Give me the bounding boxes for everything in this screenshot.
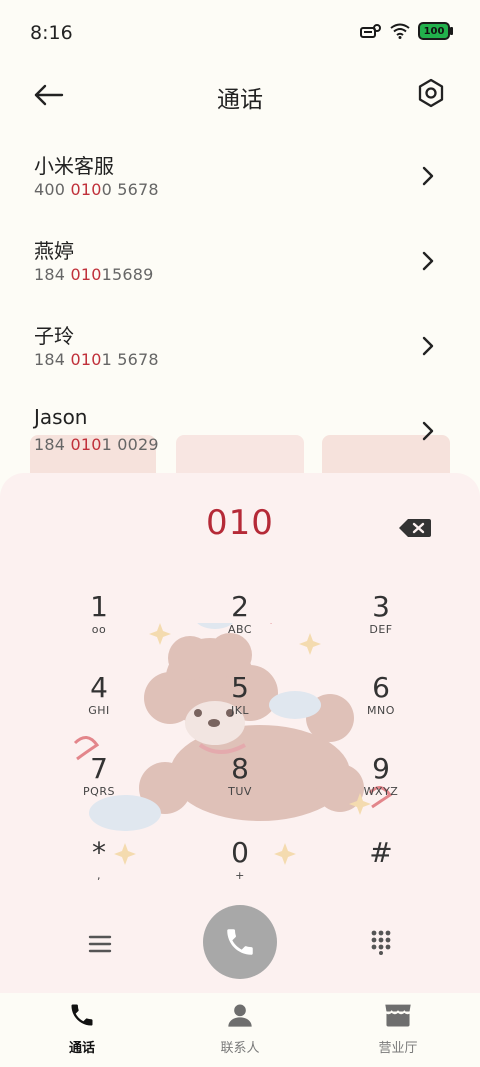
nav-tab-calls[interactable]: 通话 [22,1001,142,1056]
match-highlight: 010 [70,265,102,284]
contact-number: 184 0101 5678 [34,350,159,369]
phone-icon [71,1004,93,1026]
chevron-right-icon[interactable] [422,336,434,356]
battery-icon: 100 [418,22,453,40]
key-digit: * [92,836,106,869]
menu-icon[interactable] [88,933,112,955]
key-2[interactable]: 2 ABC [190,591,290,657]
backspace-icon[interactable] [398,517,432,539]
status-time: 8:16 [30,22,73,44]
number-segment: 184 [34,350,71,369]
match-highlight: 010 [70,435,102,454]
nav-tab-contacts[interactable]: 联系人 [180,1001,300,1056]
keypad-icon[interactable] [370,929,392,955]
chevron-right-icon[interactable] [422,166,434,186]
key-digit: 5 [231,671,249,704]
voicemail-icon: ᴏᴏ [91,623,107,636]
match-highlight: 010 [70,180,102,199]
nav-label: 通话 [68,1041,95,1056]
bluetooth-headset-icon [360,24,381,38]
contact-name: 子玲 [34,324,74,348]
contact-result[interactable]: 燕婷 184 01015689 [0,221,480,306]
nav-label: 联系人 [220,1041,260,1056]
settings-gear-icon[interactable] [416,78,446,108]
number-segment: 400 [34,180,71,199]
key-hash[interactable]: # [331,837,431,903]
search-results-list: 小米客服 400 0100 5678 燕婷 184 01015689 子玲 18… [0,136,480,476]
number-segment: 1 0029 [101,435,159,454]
battery-level: 100 [423,25,445,37]
number-segment: 184 [34,265,71,284]
store-icon [384,1004,412,1027]
dialer-actions [0,903,480,983]
chevron-right-icon[interactable] [422,251,434,271]
nav-tab-store[interactable]: 营业厅 [338,1001,458,1056]
key-letters: , [97,869,101,882]
key-letters: MNO [367,704,395,717]
key-digit: 0 [231,836,249,869]
number-segment: 15689 [101,265,154,284]
number-segment: 1 5678 [101,350,159,369]
number-segment: 184 [34,435,71,454]
person-icon [228,1004,252,1027]
contact-name: 燕婷 [34,239,74,263]
key-letters: + [235,869,245,882]
key-9[interactable]: 9 WXYZ [331,753,431,819]
key-digit: 4 [90,671,108,704]
number-segment: 0 5678 [101,180,159,199]
key-digit: # [369,836,393,869]
contact-number: 400 0100 5678 [34,180,159,199]
contact-result[interactable]: 子玲 184 0101 5678 [0,306,480,391]
key-digit: 7 [90,752,108,785]
key-digit: 8 [231,752,249,785]
key-1[interactable]: 1 ᴏᴏ [49,591,149,657]
contact-name: Jason [34,405,88,429]
key-letters: WXYZ [363,785,399,798]
key-letters: DEF [369,623,393,636]
contact-result[interactable]: Jason 184 0101 0029 [0,391,480,476]
page-title: 通话 [217,87,263,113]
key-letters: ABC [227,623,253,636]
contact-result[interactable]: 小米客服 400 0100 5678 [0,136,480,221]
key-digit: 3 [372,590,390,623]
key-0[interactable]: 0 + [190,837,290,903]
key-digit: 9 [372,752,390,785]
key-letters: JKL [230,704,250,717]
match-highlight: 010 [70,350,102,369]
key-5[interactable]: 5 JKL [190,672,290,738]
key-letters: TUV [228,785,252,798]
status-bar: 8:16 100 [0,0,480,66]
key-letters: PQRS [83,785,115,798]
chevron-right-icon[interactable] [422,421,434,441]
phone-icon [227,929,253,955]
key-8[interactable]: 8 TUV [190,753,290,819]
contact-number: 184 01015689 [34,265,153,284]
key-star[interactable]: *, [49,837,149,903]
key-4[interactable]: 4 GHI [49,672,149,738]
key-letters: GHI [88,704,110,717]
call-button[interactable] [203,905,277,979]
key-digit: 6 [372,671,390,704]
contact-number: 184 0101 0029 [34,435,159,454]
wifi-icon [390,23,410,39]
nav-label: 营业厅 [378,1041,418,1056]
bottom-navigation: 通话 联系人 营业厅 [0,993,480,1067]
key-digit: 1 [90,590,108,623]
contact-name: 小米客服 [34,154,114,178]
dialer-panel: 010 1 ᴏᴏ 2 ABC 3 DEF 4 GHI 5 JKL 6 MNO 7… [0,473,480,993]
key-6[interactable]: 6 MNO [331,672,431,738]
header: 通话 [0,66,480,122]
key-7[interactable]: 7 PQRS [49,753,149,819]
key-3[interactable]: 3 DEF [331,591,431,657]
key-digit: 2 [231,590,249,623]
